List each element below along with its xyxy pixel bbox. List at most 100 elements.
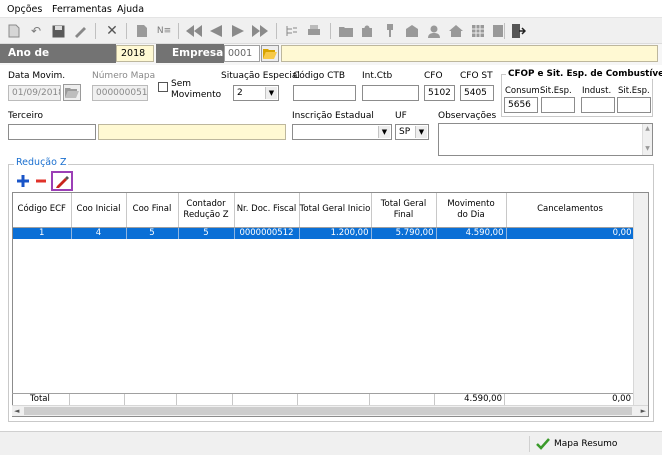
document-icon[interactable] [134, 23, 150, 39]
data-movim-calendar-button[interactable] [63, 84, 81, 101]
sem-movimento-checkbox[interactable] [158, 82, 168, 92]
col-header[interactable]: Código ECF [13, 193, 72, 228]
terceiro-code-field[interactable] [8, 124, 96, 140]
edit-button[interactable] [51, 171, 73, 191]
inscricao-estadual-select[interactable]: ▼ [292, 124, 392, 140]
grid-icon[interactable] [470, 23, 486, 39]
col-header[interactable]: Movimento do Dia [436, 193, 507, 228]
ano-movimento-field[interactable]: 2018 [116, 45, 154, 62]
remove-button[interactable] [34, 173, 48, 189]
scroll-thumb[interactable] [24, 407, 632, 415]
observacoes-label: Observações [438, 111, 497, 121]
delete-icon[interactable]: ✕ [104, 23, 120, 39]
mapa-resumo-status[interactable]: Mapa Resumo [536, 436, 617, 452]
chevron-down-icon: ▼ [415, 126, 427, 138]
pencil-icon [56, 176, 69, 188]
minus-icon [36, 179, 46, 183]
home-icon[interactable] [448, 23, 464, 39]
folder-icon[interactable] [338, 23, 354, 39]
puzzle-icon[interactable] [360, 23, 376, 39]
scroll-left-icon[interactable]: ◄ [14, 407, 19, 415]
menu-ferramentas[interactable]: Ferramentas [52, 4, 112, 15]
folder-open-icon [65, 88, 79, 98]
ano-movimento-label: Ano de Movimento [0, 44, 116, 78]
checkmark-icon [536, 438, 550, 450]
next-record-icon[interactable] [230, 23, 246, 39]
reducao-z-title: Redução Z [14, 157, 69, 168]
prev-record-icon[interactable] [208, 23, 224, 39]
col-header[interactable]: Coo Inicial [71, 193, 127, 228]
chevron-down-icon: ▼ [265, 87, 277, 99]
undo-icon[interactable]: ↶ [28, 23, 44, 39]
grid-horizontal-scrollbar[interactable]: ◄ ► [12, 405, 648, 416]
col-header[interactable]: Contador Redução Z [178, 193, 235, 228]
cfo-st-field[interactable]: 5405 [460, 85, 494, 101]
data-movim-field[interactable]: 01/09/2018 [8, 85, 61, 101]
numero-mapa-field[interactable]: 0000000512 [92, 85, 148, 101]
consum-label: Consum. [505, 86, 543, 96]
indust-label: Indust. [582, 86, 612, 96]
sit-esp2-field[interactable] [617, 97, 651, 113]
print-icon[interactable] [306, 23, 322, 39]
cell-nr-doc-fiscal: 0000000512 [234, 227, 300, 239]
codigo-ctb-field[interactable] [293, 85, 356, 101]
col-header[interactable]: Total Geral Inicio [299, 193, 372, 228]
reducao-z-table: Código ECF Coo Inicial Coo Final Contado… [13, 193, 635, 239]
inscricao-estadual-label: Inscrição Estadual [292, 111, 374, 121]
uf-select[interactable]: SP ▼ [395, 124, 429, 140]
user-icon[interactable] [426, 23, 442, 39]
cell-coo-final: 5 [126, 227, 179, 239]
col-header[interactable]: Nr. Doc. Fiscal [234, 193, 300, 228]
exit-icon[interactable] [510, 23, 526, 39]
col-header[interactable]: Total Geral Final [371, 193, 437, 228]
grid-vertical-scrollbar[interactable] [633, 193, 648, 405]
menu-opcoes[interactable]: Opções [7, 4, 42, 15]
situacao-especial-select[interactable]: 2 ▼ [233, 85, 279, 101]
int-ctb-label: Int.Ctb [362, 71, 393, 81]
last-record-icon[interactable] [252, 23, 268, 39]
new-icon[interactable] [6, 23, 22, 39]
edit-icon[interactable] [72, 23, 88, 39]
terceiro-label: Terceiro [8, 111, 44, 121]
first-record-icon[interactable] [186, 23, 202, 39]
pin-icon[interactable] [382, 23, 398, 39]
codigo-ctb-label: Código CTB [293, 71, 346, 81]
scroll-right-icon[interactable]: ► [641, 407, 646, 415]
mapa-resumo-label: Mapa Resumo [554, 439, 618, 449]
cell-cancelamentos: 0,00 [506, 227, 635, 239]
cfo-field[interactable]: 5102 [424, 85, 455, 101]
data-movim-label: Data Movim. [8, 71, 66, 81]
indust-field[interactable] [581, 97, 615, 113]
situacao-especial-label: Situação Especial [221, 71, 300, 81]
menu-ajuda[interactable]: Ajuda [117, 4, 144, 15]
empresa-field[interactable]: 0001 [224, 45, 260, 62]
folder-open-icon [263, 49, 277, 59]
save-icon[interactable] [50, 23, 66, 39]
toolbar: ↶ ✕ N≡ [0, 18, 662, 44]
menu-bar: Opções Ferramentas Ajuda [0, 0, 662, 18]
sit-esp2-label: Sit.Esp. [618, 86, 650, 96]
reducao-z-grid: Código ECF Coo Inicial Coo Final Contado… [12, 192, 649, 417]
consum-field[interactable]: 5656 [504, 97, 538, 113]
year-bar: Ano de Movimento 2018 Empresa 0001 [0, 44, 662, 78]
col-header[interactable]: Coo Final [126, 193, 179, 228]
table-row[interactable]: 1 4 5 5 0000000512 1.200,00 5.790,00 4.5… [13, 227, 635, 239]
observacoes-field[interactable]: ▲ ▼ [438, 123, 653, 156]
int-ctb-field[interactable] [362, 85, 419, 101]
cell-total-geral-final: 5.790,00 [371, 227, 437, 239]
archive-icon[interactable] [404, 23, 420, 39]
cell-movimento-dia: 4.590,00 [436, 227, 507, 239]
cfo-label: CFO [424, 71, 443, 81]
sit-esp-field[interactable] [541, 97, 575, 113]
empresa-lookup-button[interactable] [261, 45, 279, 62]
nfe-icon[interactable]: N≡ [156, 23, 172, 39]
sit-esp-label: Sit.Esp. [540, 86, 572, 96]
tree-icon[interactable] [284, 23, 300, 39]
numero-mapa-label: Número Mapa [92, 71, 156, 81]
total-cancelamentos: 0,00 [612, 394, 631, 404]
col-header[interactable]: Cancelamentos [506, 193, 635, 228]
observacoes-scrollbar[interactable]: ▲ ▼ [642, 124, 652, 155]
empresa-label: Empresa [156, 44, 224, 63]
add-button[interactable] [15, 173, 31, 189]
grid-header-row: Código ECF Coo Inicial Coo Final Contado… [13, 193, 635, 228]
